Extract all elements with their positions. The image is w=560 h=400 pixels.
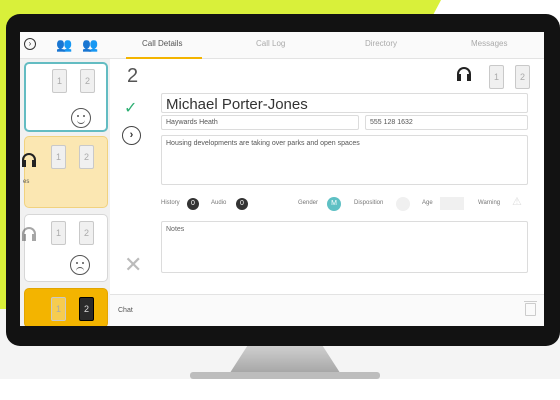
queue-card-4[interactable]: 1 2 — [24, 288, 108, 326]
users-icon[interactable]: 👥 — [56, 38, 72, 52]
tab-call-log[interactable]: Call Log — [256, 39, 285, 48]
headset-icon[interactable] — [457, 67, 473, 81]
gender-badge[interactable]: M — [327, 197, 341, 211]
forward-arrow-icon[interactable]: › — [122, 126, 141, 145]
trash-icon[interactable] — [524, 301, 537, 316]
sad-face-icon — [70, 255, 90, 275]
history-label: History — [161, 200, 180, 206]
line-lamp-icon: 1 — [51, 221, 66, 245]
queue-card-1[interactable]: 1 2 — [24, 62, 108, 132]
line-lamp-icon: 1 — [52, 69, 67, 93]
audio-count-badge[interactable]: 0 — [236, 198, 248, 210]
call-line-number: 2 — [127, 65, 139, 87]
queue-card-3[interactable]: 1 2 — [22, 214, 108, 282]
line-lamp-icon: 1 — [51, 297, 66, 321]
group-icon[interactable]: 👥 — [82, 38, 98, 52]
notes-field[interactable]: Notes — [161, 221, 528, 273]
accept-check-icon[interactable]: ✓ — [124, 98, 137, 118]
caller-label: es — [23, 179, 30, 185]
disposition-indicator[interactable] — [396, 197, 410, 211]
line-lamp-icon[interactable]: 2 — [515, 65, 530, 89]
headset-icon — [22, 227, 38, 241]
line-lamp-icon: 1 — [51, 145, 66, 169]
next-call-icon[interactable]: › — [24, 38, 36, 50]
chat-bar: Chat — [110, 294, 544, 326]
gender-label: Gender — [298, 200, 319, 206]
tab-directory[interactable]: Directory — [365, 39, 397, 48]
age-field[interactable] — [440, 197, 464, 210]
caller-name-field[interactable]: Michael Porter-Jones — [161, 93, 528, 113]
line-lamp-icon: 2 — [79, 297, 94, 321]
tab-call-details[interactable]: Call Details — [142, 39, 182, 48]
caller-location-field[interactable]: Haywards Heath — [161, 115, 359, 130]
headset-icon — [22, 153, 38, 167]
disposition-label: Disposition — [354, 200, 384, 206]
warning-icon[interactable]: ⚠ — [512, 195, 522, 208]
tab-bar: Call Details Call Log Directory Messages — [110, 32, 544, 59]
age-label: Age — [422, 200, 433, 206]
monitor-stand-base — [190, 372, 380, 379]
chat-label[interactable]: Chat — [118, 307, 133, 314]
queue-card-2[interactable]: 1 2 es — [22, 136, 108, 208]
happy-face-icon — [71, 108, 91, 128]
warning-label: Warning — [478, 200, 501, 206]
line-lamp-icon: 2 — [79, 221, 94, 245]
history-count-badge[interactable]: 0 — [187, 198, 199, 210]
line-lamp-icon: 2 — [80, 69, 95, 93]
line-lamp-icon: 2 — [79, 145, 94, 169]
caller-phone-field[interactable]: 555 128 1632 — [365, 115, 528, 130]
audio-label: Audio — [211, 200, 227, 206]
line-lamp-icon[interactable]: 1 — [489, 65, 504, 89]
queue-toolbar: › 👥 👥 — [20, 32, 110, 59]
tab-messages[interactable]: Messages — [471, 39, 507, 48]
call-topic-field[interactable]: Housing developments are taking over par… — [161, 135, 528, 185]
active-tab-indicator — [126, 57, 202, 59]
reject-x-icon[interactable]: ✕ — [124, 254, 142, 276]
call-queue-panel: › 👥 👥 1 2 1 2 es 1 2 1 2 — [20, 32, 110, 326]
app-screen: › 👥 👥 1 2 1 2 es 1 2 1 2 Call Details Ca… — [20, 32, 544, 326]
